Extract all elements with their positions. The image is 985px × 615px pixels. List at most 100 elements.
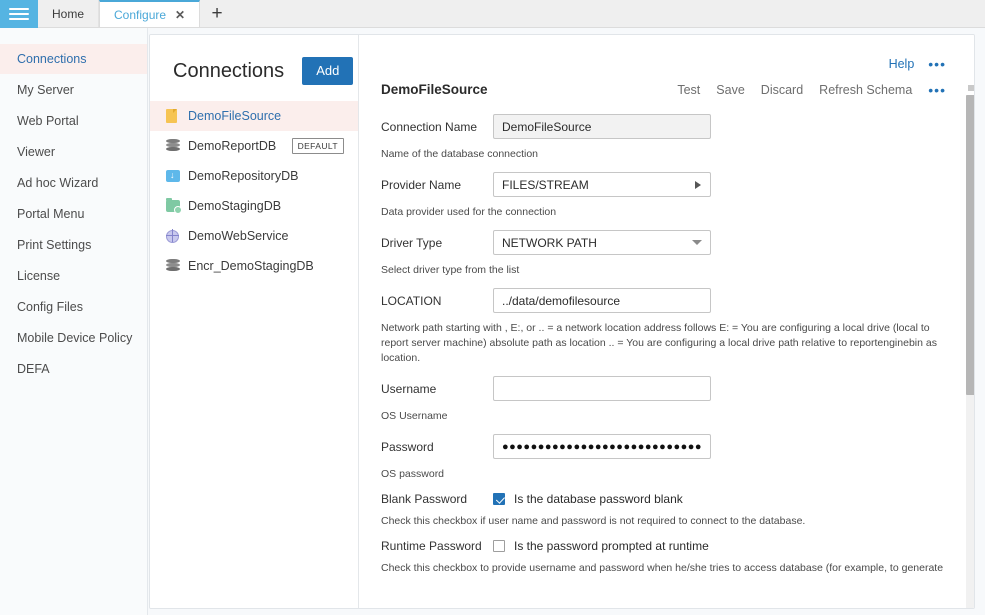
field-label: Password — [381, 439, 434, 454]
field-label: Driver Type — [381, 235, 443, 250]
hamburger-menu-icon[interactable] — [0, 0, 38, 28]
detail-scrollbar[interactable] — [966, 95, 974, 608]
field-password: Password ●●●●●●●●●●●●●●●●●●●●●●●●●●●●●●●… — [381, 434, 946, 459]
sidebar-item-portal-menu[interactable]: Portal Menu — [0, 199, 147, 229]
page-title: Connections — [173, 59, 285, 82]
field-help-text: Name of the database connection — [381, 148, 539, 160]
sidebar-item-defa[interactable]: DEFA — [0, 354, 147, 384]
sidebar-item-label: Ad hoc Wizard — [17, 176, 99, 190]
field-driver-type: Driver Type NETWORK PATH — [381, 230, 946, 255]
list-item-demofilesource[interactable]: DemoFileSource — [150, 101, 358, 131]
sidebar-item-label: Web Portal — [17, 114, 79, 128]
sidebar-item-label: Print Settings — [17, 238, 92, 252]
help-link[interactable]: Help — [889, 57, 915, 71]
top-tab-bar: Home Configure ✕ + — [0, 0, 985, 28]
new-tab-button[interactable]: + — [200, 0, 235, 27]
sidebar: Connections My Server Web Portal Viewer … — [0, 28, 148, 615]
chevron-right-icon — [695, 180, 701, 189]
username-input[interactable] — [493, 376, 711, 401]
list-item-label: DemoRepositoryDB — [188, 169, 299, 183]
field-location: LOCATION — [381, 288, 946, 313]
sidebar-item-label: Viewer — [17, 145, 55, 159]
field-label: LOCATION — [381, 293, 442, 308]
driver-type-select[interactable]: NETWORK PATH — [493, 230, 711, 255]
hamburger-line — [9, 18, 29, 20]
sidebar-item-label: Config Files — [17, 300, 83, 314]
sidebar-item-label: Mobile Device Policy — [17, 331, 133, 345]
sidebar-item-license[interactable]: License — [0, 261, 147, 291]
hamburger-line — [9, 13, 29, 15]
sidebar-item-my-server[interactable]: My Server — [0, 75, 147, 105]
scrollbar-top-marker — [968, 85, 974, 91]
provider-name-value: FILES/STREAM — [502, 177, 589, 192]
connection-form: Connection Name Name of the database con… — [359, 97, 974, 576]
database-icon — [166, 259, 188, 273]
field-help-text: Network path starting with , E:, or .. =… — [381, 322, 937, 364]
sidebar-item-mobile-device-policy[interactable]: Mobile Device Policy — [0, 323, 147, 353]
refresh-schema-button[interactable]: Refresh Schema — [819, 83, 912, 97]
file-icon — [166, 109, 188, 123]
list-item-label: DemoReportDB — [188, 139, 277, 153]
sidebar-item-print-settings[interactable]: Print Settings — [0, 230, 147, 260]
test-button[interactable]: Test — [677, 83, 700, 97]
field-connection-name: Connection Name — [381, 114, 946, 139]
chevron-down-icon — [692, 240, 702, 245]
blank-password-checkbox[interactable] — [493, 493, 505, 505]
tab-label: Home — [52, 6, 85, 21]
sidebar-item-label: Portal Menu — [17, 207, 85, 221]
tab-configure[interactable]: Configure ✕ — [99, 0, 201, 27]
overflow-menu-icon[interactable]: ••• — [928, 57, 946, 71]
save-button[interactable]: Save — [716, 83, 745, 97]
folder-gear-icon — [166, 198, 188, 214]
field-help-text: Select driver type from the list — [381, 264, 520, 276]
field-help-text: OS Username — [381, 410, 448, 422]
field-label: Provider Name — [381, 177, 462, 192]
sidebar-item-label: License — [17, 269, 61, 283]
discard-button[interactable]: Discard — [761, 83, 803, 97]
sidebar-item-connections[interactable]: Connections — [0, 44, 147, 74]
scrollbar-thumb[interactable] — [966, 95, 974, 395]
password-input[interactable]: ●●●●●●●●●●●●●●●●●●●●●●●●●●●●●●●●●● — [493, 434, 711, 459]
connection-title: DemoFileSource — [381, 82, 488, 97]
hamburger-line — [9, 8, 29, 10]
actions-overflow-menu-icon[interactable]: ••• — [928, 83, 946, 97]
sidebar-item-web-portal[interactable]: Web Portal — [0, 106, 147, 136]
list-item-demorepositorydb[interactable]: DemoRepositoryDB — [150, 161, 358, 191]
location-input[interactable] — [493, 288, 711, 313]
sidebar-item-viewer[interactable]: Viewer — [0, 137, 147, 167]
database-icon — [166, 139, 188, 153]
list-item-label: DemoFileSource — [188, 109, 282, 123]
provider-name-select[interactable]: FILES/STREAM — [493, 172, 711, 197]
sidebar-item-ad-hoc-wizard[interactable]: Ad hoc Wizard — [0, 168, 147, 198]
sidebar-item-label: DEFA — [17, 362, 50, 376]
field-blank-password: Blank Password Is the database password … — [381, 492, 946, 506]
list-item-label: DemoWebService — [188, 229, 289, 243]
sidebar-item-label: Connections — [17, 52, 87, 66]
field-label: Blank Password — [381, 492, 468, 506]
connections-header: Connections Add — [150, 35, 358, 85]
close-icon[interactable]: ✕ — [175, 9, 185, 21]
add-connection-button[interactable]: Add — [302, 57, 354, 85]
sidebar-item-config-files[interactable]: Config Files — [0, 292, 147, 322]
list-item-label: DemoStagingDB — [188, 199, 282, 213]
field-label: Runtime Password — [381, 539, 482, 553]
runtime-password-checkbox[interactable] — [493, 540, 505, 552]
runtime-password-checkbox-label: Is the password prompted at runtime — [514, 539, 709, 553]
list-item-demostagingdb[interactable]: DemoStagingDB — [150, 191, 358, 221]
tab-home[interactable]: Home — [38, 0, 100, 27]
field-provider-name: Provider Name FILES/STREAM — [381, 172, 946, 197]
list-item-label: Encr_DemoStagingDB — [188, 259, 314, 273]
connections-list-pane: Connections Add DemoFileSource DemoRepor… — [150, 35, 359, 608]
detail-toolbar-top: Help ••• — [359, 35, 974, 71]
sidebar-item-label: My Server — [17, 83, 74, 97]
connections-list: DemoFileSource DemoReportDB DEFAULT Demo… — [150, 101, 358, 281]
connection-name-input[interactable] — [493, 114, 711, 139]
list-item-demoreportdb[interactable]: DemoReportDB DEFAULT — [150, 131, 358, 161]
field-runtime-password: Runtime Password Is the password prompte… — [381, 539, 946, 553]
field-username: Username — [381, 376, 946, 401]
status-badge: DEFAULT — [291, 138, 344, 154]
detail-header: DemoFileSource Test Save Discard Refresh… — [359, 71, 974, 97]
list-item-demowebservice[interactable]: DemoWebService — [150, 221, 358, 251]
field-help-text: Check this checkbox to provide username … — [381, 562, 946, 574]
list-item-encr-demostagingdb[interactable]: Encr_DemoStagingDB — [150, 251, 358, 281]
